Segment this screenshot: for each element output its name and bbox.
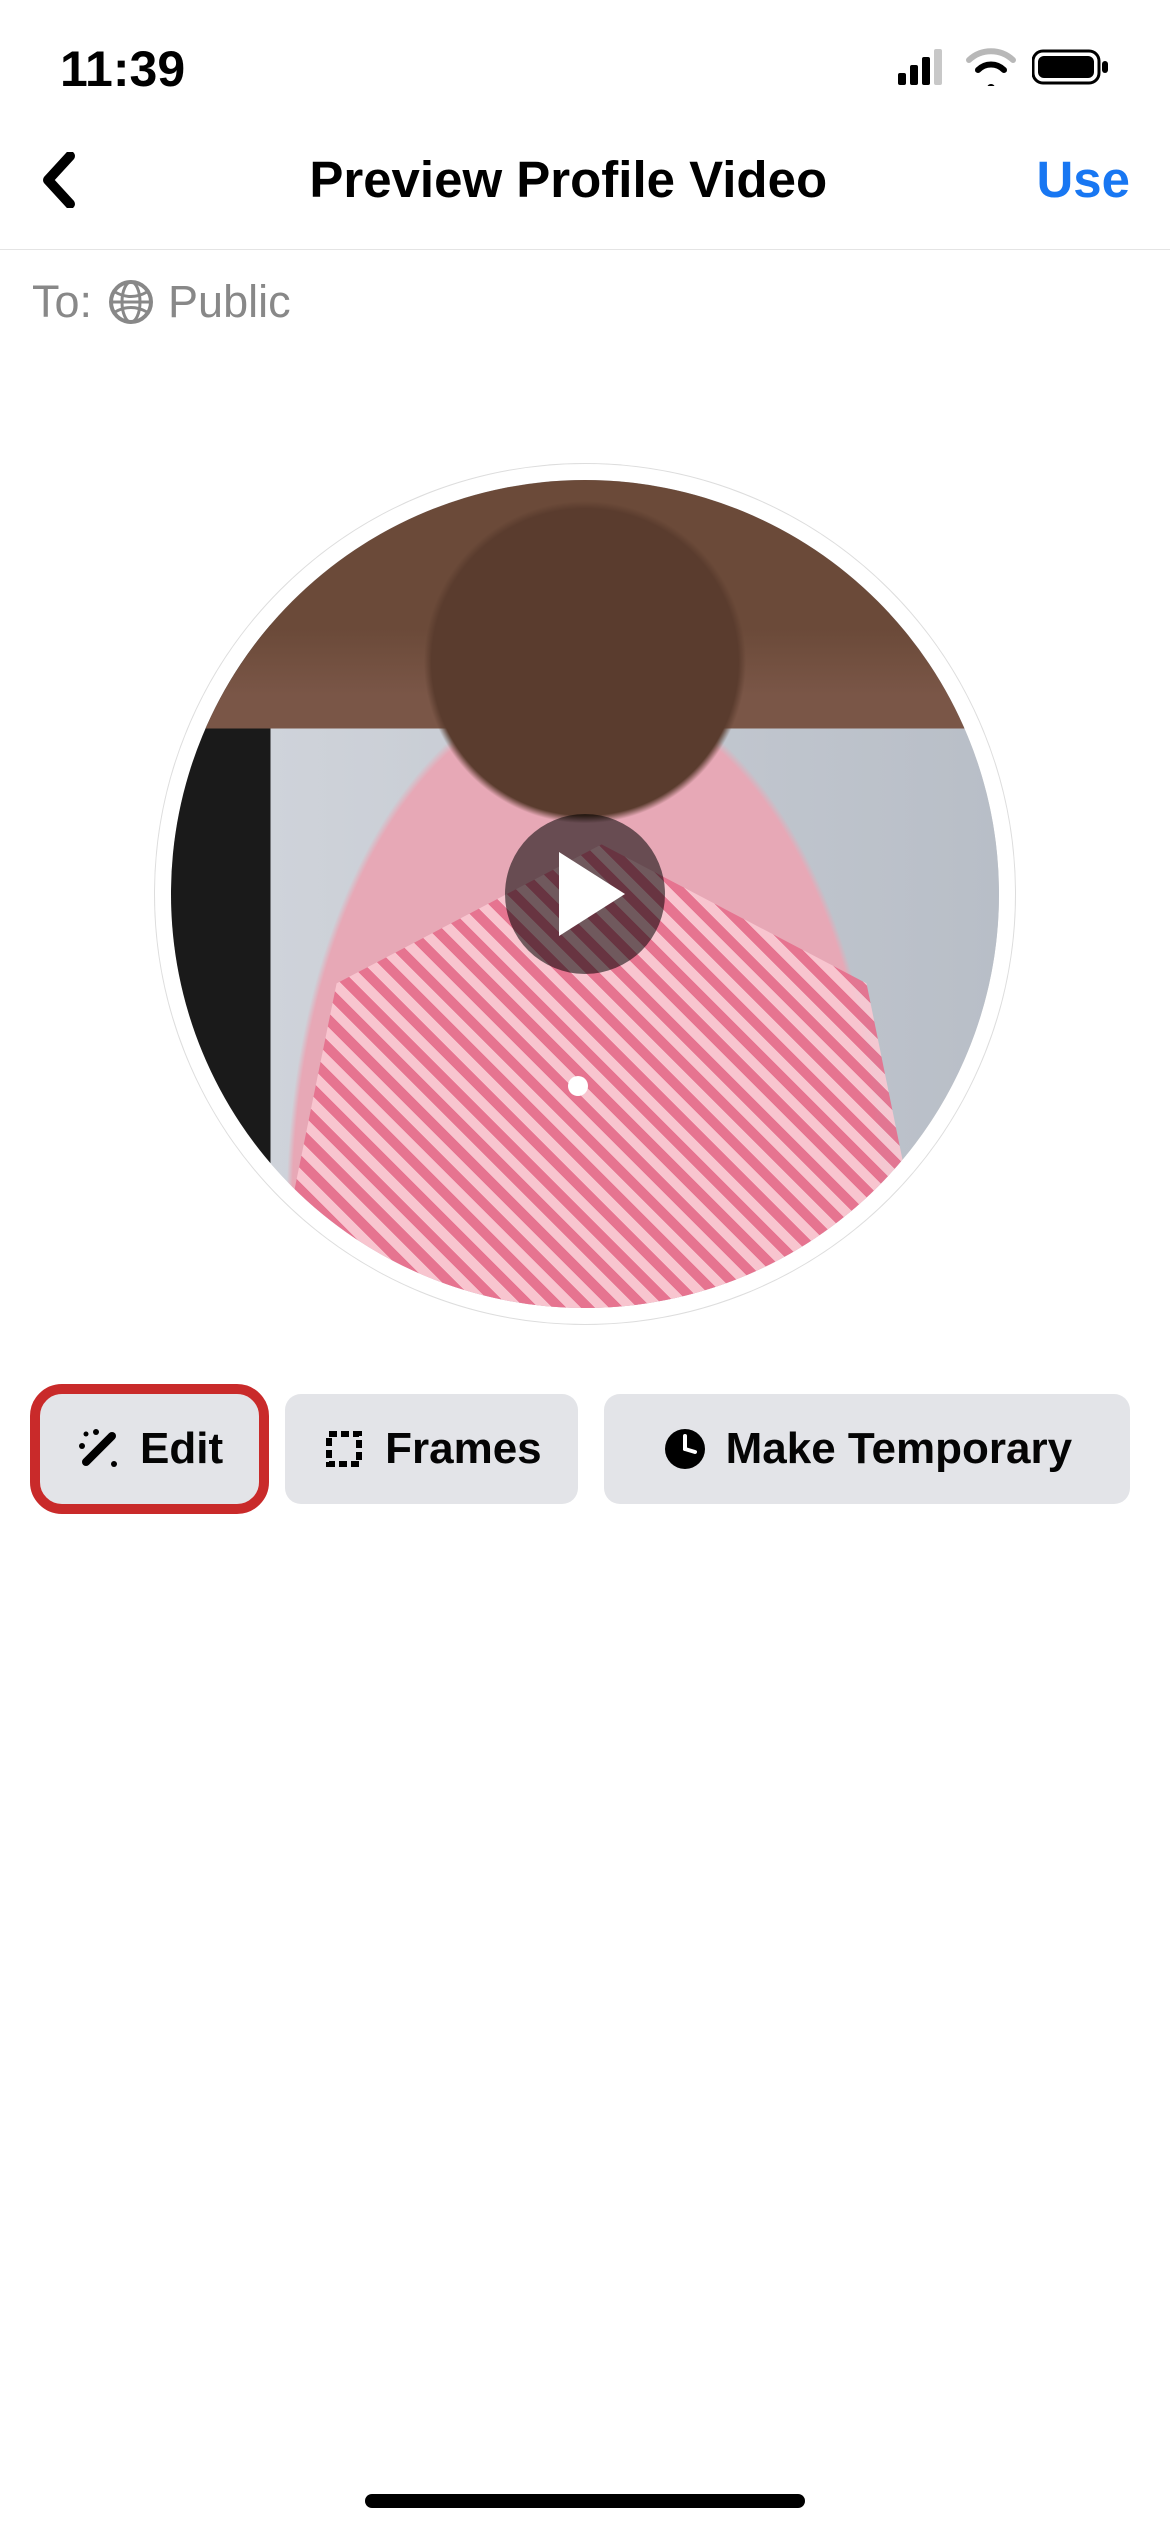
wifi-icon (966, 48, 1016, 91)
audience-value: Public (108, 276, 291, 328)
video-preview-area (0, 354, 1170, 1324)
battery-icon (1032, 48, 1110, 91)
magic-wand-icon (76, 1426, 122, 1472)
audience-selector[interactable]: To: Public (0, 250, 1170, 354)
audience-to-label: To: (32, 276, 92, 328)
edit-button[interactable]: Edit (40, 1394, 259, 1504)
chevron-left-icon (40, 152, 80, 208)
action-buttons-row: Edit Frames Make Temporary (0, 1324, 1170, 1504)
cellular-icon (898, 49, 950, 90)
back-button[interactable] (40, 152, 100, 208)
audience-value-text: Public (168, 276, 291, 328)
page-title: Preview Profile Video (309, 150, 827, 209)
play-button[interactable] (505, 814, 665, 974)
home-indicator[interactable] (365, 2494, 805, 2508)
frames-button-label: Frames (385, 1424, 542, 1474)
use-button[interactable]: Use (1036, 150, 1130, 209)
make-temporary-button[interactable]: Make Temporary (604, 1394, 1130, 1504)
make-temporary-button-label: Make Temporary (726, 1424, 1072, 1474)
edit-button-label: Edit (140, 1424, 223, 1474)
navigation-bar: Preview Profile Video Use (0, 130, 1170, 250)
clock-icon (662, 1426, 708, 1472)
status-time: 11:39 (60, 40, 185, 98)
globe-icon (108, 279, 154, 325)
status-icons (898, 48, 1110, 91)
profile-video-preview[interactable] (155, 464, 1015, 1324)
status-bar: 11:39 (0, 0, 1170, 130)
frame-icon (321, 1426, 367, 1472)
frames-button[interactable]: Frames (285, 1394, 578, 1504)
play-icon (559, 852, 625, 936)
